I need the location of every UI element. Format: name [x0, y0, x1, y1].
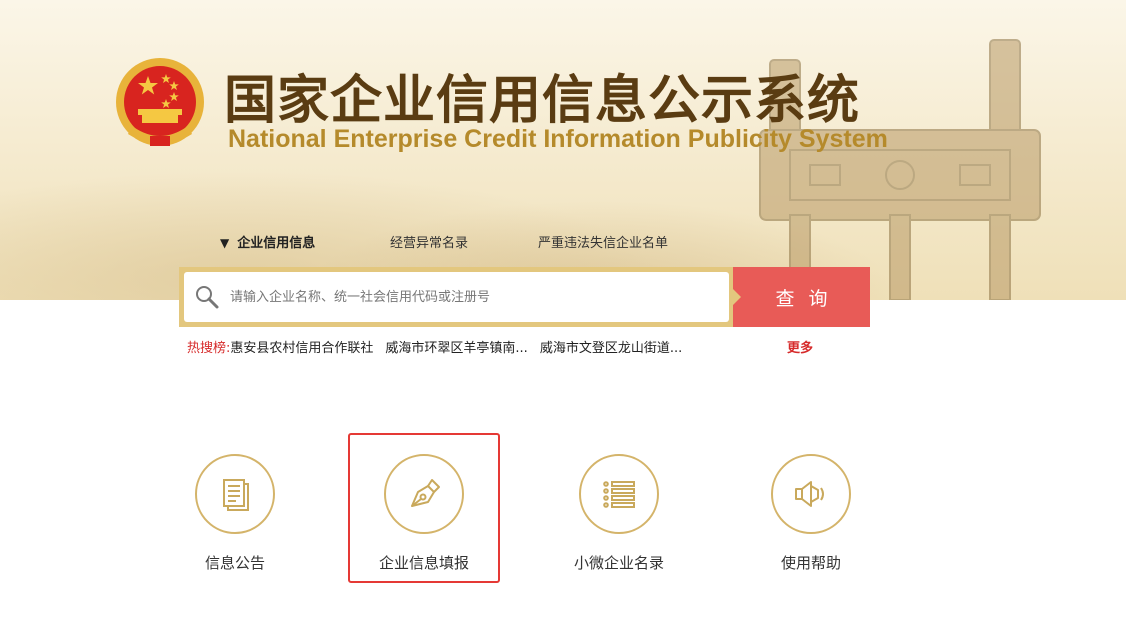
service-circle — [771, 454, 851, 534]
service-label: 企业信息填报 — [378, 554, 469, 572]
search-icon — [196, 286, 219, 309]
site-title-chinese: 国家企业信用信息公示系统 — [224, 71, 861, 131]
service-circle — [384, 454, 464, 534]
document-icon — [223, 479, 249, 511]
site-title-english: National Enterprise Credit Information P… — [228, 125, 888, 153]
list-icon — [603, 481, 635, 508]
hot-search-label: 热搜榜: — [187, 341, 231, 356]
national-emblem-icon — [116, 58, 204, 146]
search-input[interactable] — [230, 277, 729, 317]
search-box: 查询 — [179, 267, 870, 327]
hot-search-item[interactable]: 威海市文登区龙山街道... — [540, 337, 682, 356]
hot-search-more-link[interactable]: 更多 — [787, 337, 813, 356]
tab-serious-violation-list[interactable]: 严重违法失信企业名单 — [538, 232, 668, 254]
service-small-micro-enterprise-list[interactable]: 小微企业名录 — [544, 440, 694, 580]
tab-abnormal-operation-list[interactable]: 经营异常名录 — [390, 232, 538, 254]
triangle-down-icon: ▼ — [220, 236, 230, 250]
pen-nib-icon — [411, 479, 440, 507]
service-label: 小微企业名录 — [573, 554, 664, 572]
speaker-icon — [795, 481, 824, 507]
service-label: 使用帮助 — [780, 554, 841, 572]
search-button[interactable]: 查询 — [733, 267, 870, 327]
service-label: 信息公告 — [204, 554, 265, 572]
service-info-announcement[interactable]: 信息公告 — [160, 440, 310, 580]
tab-enterprise-credit-info[interactable]: ▼ 企业信用信息 — [220, 232, 390, 254]
service-circle — [579, 454, 659, 534]
hot-search-item[interactable]: 威海市环翠区羊亭镇南... — [385, 337, 527, 356]
service-circle — [195, 454, 275, 534]
hot-search-bar: 热搜榜: 惠安县农村信用合作联社 威海市环翠区羊亭镇南... 威海市文登区龙山街… — [187, 337, 813, 356]
hot-search-item[interactable]: 惠安县农村信用合作联社 — [230, 337, 373, 356]
search-tabs: ▼ 企业信用信息 经营异常名录 严重违法失信企业名单 — [220, 232, 668, 254]
service-enterprise-info-report[interactable]: 企业信息填报 — [348, 433, 500, 583]
service-user-help[interactable]: 使用帮助 — [736, 440, 886, 580]
search-input-wrapper — [184, 272, 729, 322]
